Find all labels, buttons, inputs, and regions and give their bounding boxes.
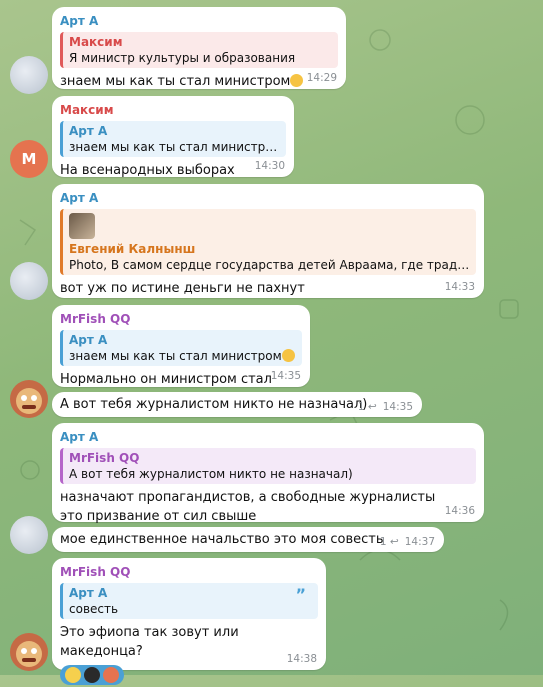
- sender-name[interactable]: Арт А: [60, 13, 338, 29]
- message-text: Это эфиопа так зовут или македонца?: [60, 625, 239, 659]
- reactor-avatar: [84, 667, 100, 683]
- reply-quote[interactable]: ” Арт А совесть: [60, 583, 318, 619]
- reply-name: Арт А: [69, 586, 108, 600]
- smirk-emoji-icon: [290, 74, 304, 87]
- cartoon-avatar-icon: [16, 641, 42, 667]
- message-bubble[interactable]: Арт А Максим Я министр культуры и образо…: [52, 7, 346, 89]
- avatar-mrfish[interactable]: [10, 633, 48, 671]
- sender-name[interactable]: MrFish QQ: [60, 311, 302, 327]
- smirk-emoji-icon: [281, 349, 295, 362]
- reaction-button[interactable]: [60, 665, 124, 685]
- cartoon-avatar-icon: [16, 388, 42, 414]
- message-text: На всенародных выборах: [60, 163, 235, 178]
- avatar-maksim[interactable]: М: [10, 140, 48, 178]
- message-bubble[interactable]: А вот тебя журналистом никто не назначал…: [52, 392, 422, 417]
- reply-count[interactable]: 1 ↩: [380, 536, 399, 548]
- message-time: 14:35: [382, 401, 413, 413]
- message-bubble[interactable]: Максим Арт А знаем мы как ты стал минист…: [52, 96, 294, 178]
- reply-text: знаем мы как ты стал министром: [69, 349, 282, 363]
- reactor-avatar: [103, 667, 119, 683]
- message-time: 14:35: [270, 370, 301, 382]
- message-time: 14:29: [306, 72, 337, 84]
- reply-count[interactable]: 1 ↩: [358, 401, 377, 413]
- sender-name[interactable]: Максим: [60, 102, 286, 118]
- reply-text: совесть: [69, 602, 119, 616]
- quote-icon: ”: [295, 585, 306, 604]
- message-time: 14:38: [286, 653, 317, 665]
- reply-text: Я министр культуры и образования: [69, 51, 296, 65]
- reply-quote[interactable]: Евгений Калнынш Photo, В самом сердце го…: [60, 209, 476, 275]
- message-time: 14:30: [254, 160, 285, 172]
- reply-quote[interactable]: MrFish QQ А вот тебя журналистом никто н…: [60, 448, 476, 484]
- avatar-art-a[interactable]: [10, 56, 48, 94]
- photo-thumbnail: [69, 213, 95, 239]
- reply-name: MrFish QQ: [69, 451, 140, 465]
- message-text: назначают пропагандистов, а свободные жу…: [60, 490, 436, 524]
- message-bubble[interactable]: MrFish QQ Арт А знаем мы как ты стал мин…: [52, 305, 310, 387]
- sender-name[interactable]: Арт А: [60, 429, 476, 445]
- sender-name[interactable]: MrFish QQ: [60, 564, 318, 580]
- grin-emoji-icon: [65, 667, 81, 683]
- message-bubble[interactable]: Арт А Евгений Калнынш Photo, В самом сер…: [52, 184, 484, 298]
- avatar-art-a[interactable]: [10, 262, 48, 300]
- reply-quote[interactable]: Арт А знаем мы как ты стал министром: [60, 330, 302, 366]
- message-bubble[interactable]: мое единственное начальство это моя сове…: [52, 527, 444, 552]
- sender-name[interactable]: Арт А: [60, 190, 476, 206]
- message-time: 14:33: [444, 281, 475, 293]
- message-text: Нормально он министром стал: [60, 372, 272, 387]
- message-text: вот уж по истине деньги не пахнут: [60, 281, 305, 296]
- reply-text: знаем мы как ты стал министром: [69, 140, 280, 154]
- reply-text: А вот тебя журналистом никто не назначал…: [69, 467, 353, 481]
- avatar-art-a[interactable]: [10, 516, 48, 554]
- reply-text: Photo, В самом сердце государства детей …: [69, 258, 470, 272]
- message-bubble[interactable]: Арт А MrFish QQ А вот тебя журналистом н…: [52, 423, 484, 524]
- reply-quote[interactable]: Максим Я министр культуры и образования: [60, 32, 338, 68]
- message-text: знаем мы как ты стал министром: [60, 74, 291, 89]
- message-time: 14:37: [404, 536, 435, 548]
- reply-name: Арт А: [69, 124, 108, 138]
- reply-name: Евгений Калнынш: [69, 242, 196, 256]
- message-bubble[interactable]: MrFish QQ ” Арт А совесть Это эфиопа так…: [52, 558, 326, 685]
- message-time: 14:36: [444, 505, 475, 517]
- reply-name: Арт А: [69, 333, 108, 347]
- reply-quote[interactable]: Арт А знаем мы как ты стал министром: [60, 121, 286, 157]
- reply-name: Максим: [69, 35, 123, 49]
- avatar-mrfish[interactable]: [10, 380, 48, 418]
